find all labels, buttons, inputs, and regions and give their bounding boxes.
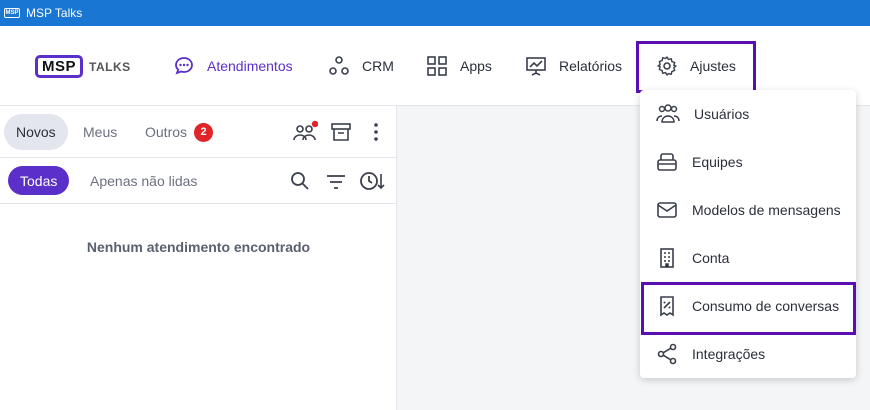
nav-relatorios[interactable]: Relatórios [525, 52, 622, 80]
menu-item-equipes-label: Equipes [692, 154, 743, 170]
nav-crm-label: CRM [362, 58, 394, 74]
users-icon [656, 104, 680, 123]
menu-item-modelos-de-mensagens[interactable]: Modelos de mensagens [640, 186, 856, 234]
brand-logo[interactable]: MSP TALKS [35, 55, 131, 78]
tab-outros[interactable]: Outros 2 [145, 114, 214, 150]
menu-item-conta-label: Conta [692, 250, 730, 266]
outros-count-badge: 2 [194, 122, 214, 142]
menu-item-modelos-label: Modelos de mensagens [692, 202, 841, 218]
menu-item-integracoes[interactable]: Integrações [640, 330, 856, 378]
ajustes-highlight-box [636, 41, 756, 93]
filter-apenas-nao-lidas[interactable]: Apenas não lidas [90, 173, 197, 189]
crm-icon [329, 56, 349, 75]
archive-icon[interactable] [330, 121, 352, 143]
nav-relatorios-label: Relatórios [559, 58, 623, 74]
window-title: MSP Talks [26, 6, 83, 20]
clock-sort-icon[interactable] [359, 170, 385, 192]
consumo-highlight-box [641, 282, 856, 335]
presentation-chart-icon [526, 57, 546, 76]
tab-meus[interactable]: Meus [83, 114, 117, 150]
team-icon[interactable] [292, 120, 318, 144]
brand-logo-suffix: TALKS [89, 59, 131, 74]
chat-icon [175, 57, 193, 75]
menu-item-conta[interactable]: Conta [640, 234, 856, 282]
envelope-icon [657, 202, 677, 218]
share-icon [657, 343, 677, 365]
menu-item-equipes[interactable]: Equipes [640, 138, 856, 186]
tab-novos-label: Novos [16, 124, 56, 140]
window-titlebar: MSP MSP Talks [0, 0, 870, 26]
empty-state-message: Nenhum atendimento encontrado [86, 239, 311, 255]
nav-apps-label: Apps [460, 58, 492, 74]
menu-item-usuarios[interactable]: Usuários [640, 90, 856, 138]
brand-logo-mark: MSP [35, 55, 84, 78]
building-icon [660, 248, 674, 268]
filter-icon[interactable] [326, 173, 346, 191]
tab-novos[interactable]: Novos [4, 114, 68, 150]
menu-item-usuarios-label: Usuários [694, 106, 750, 122]
conversations-panel: Novos Meus Outros 2 Todas Apenas não lid… [0, 106, 397, 410]
grid-icon [427, 56, 447, 76]
nav-apps[interactable]: Apps [426, 52, 492, 80]
nav-atendimentos-label: Atendimentos [207, 58, 293, 74]
tabs-row: Novos Meus Outros 2 [0, 106, 397, 158]
search-icon[interactable] [290, 171, 310, 191]
filter-row: Todas Apenas não lidas [0, 158, 397, 204]
filter-todas-button[interactable]: Todas [8, 166, 70, 195]
briefcase-icon [657, 153, 677, 171]
app-icon: MSP [4, 8, 20, 18]
nav-atendimentos[interactable]: Atendimentos [173, 52, 293, 80]
nav-crm[interactable]: CRM [328, 52, 394, 80]
tab-outros-label: Outros [145, 124, 188, 140]
menu-item-integracoes-label: Integrações [692, 346, 766, 362]
tab-meus-label: Meus [83, 124, 118, 140]
more-vertical-icon[interactable] [367, 122, 385, 142]
